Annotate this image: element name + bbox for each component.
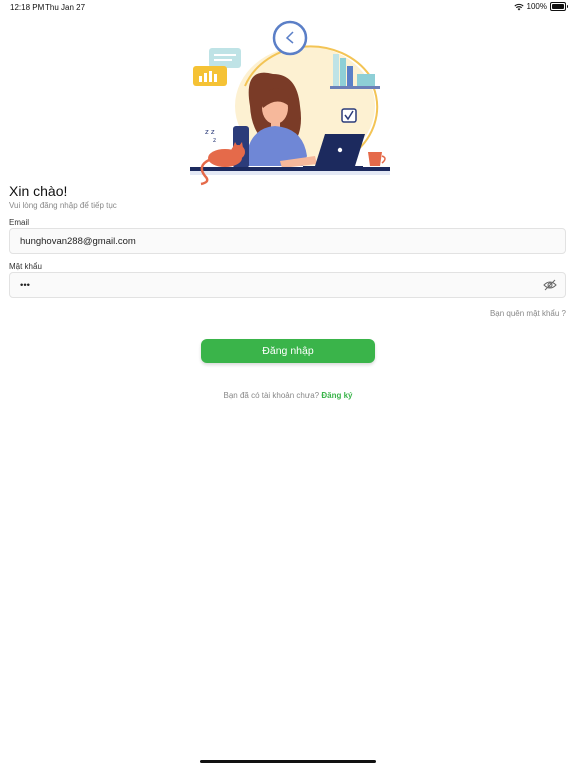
email-value: hunghovan288@gmail.com: [20, 235, 136, 247]
password-value: •••: [20, 279, 30, 291]
clock-icon: [272, 20, 308, 56]
home-indicator: [200, 760, 376, 763]
login-illustration: z z z: [190, 20, 390, 186]
login-button[interactable]: Đăng nhập: [201, 339, 375, 363]
password-field[interactable]: •••: [9, 272, 566, 298]
email-field[interactable]: hunghovan288@gmail.com: [9, 228, 566, 254]
wifi-icon: [513, 3, 524, 10]
status-bar: 12:18 PM Thu Jan 27 100%: [0, 0, 576, 14]
email-label: Email: [9, 218, 30, 227]
svg-text:z: z: [213, 137, 216, 144]
status-right: 100%: [513, 2, 568, 11]
status-time: 12:18 PM: [10, 3, 45, 12]
battery-percent: 100%: [526, 2, 547, 11]
signup-prompt-line: Bạn đã có tài khoản chưa? Đăng ký: [0, 391, 576, 400]
page-subtitle: Vui lòng đăng nhập để tiếp tục: [9, 201, 117, 210]
signup-prompt: Bạn đã có tài khoản chưa?: [223, 391, 320, 400]
signup-link[interactable]: Đăng ký: [321, 391, 352, 400]
battery-icon: [550, 2, 568, 11]
svg-text:z z: z z: [205, 128, 215, 136]
page-title: Xin chào!: [9, 183, 68, 199]
status-date: Thu Jan 27: [45, 3, 86, 12]
password-label: Mật khẩu: [9, 262, 42, 271]
eye-off-icon[interactable]: [543, 279, 557, 291]
forgot-password-link[interactable]: Bạn quên mật khẩu ?: [490, 309, 566, 318]
